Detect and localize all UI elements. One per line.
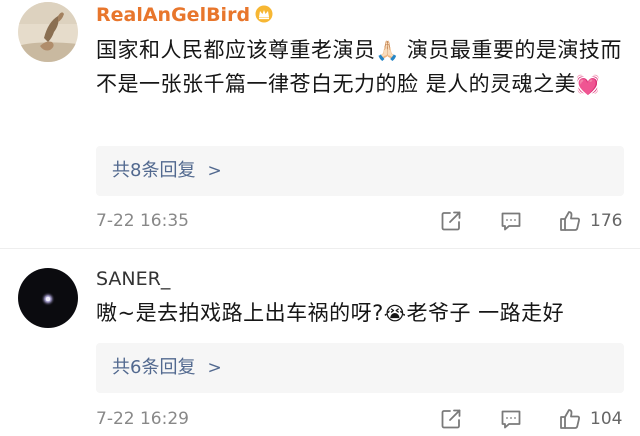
avatar[interactable]: [18, 268, 78, 328]
like-count: 104: [590, 409, 623, 429]
share-icon[interactable]: [439, 209, 463, 233]
comment-text: 国家和人民都应该尊重老演员: [96, 38, 376, 62]
share-icon[interactable]: [439, 407, 463, 431]
comment-text: 老爷子 一路走好: [406, 301, 565, 325]
chevron-right-icon: >: [207, 358, 222, 378]
like-count: 176: [590, 211, 623, 231]
pray-emoji-icon: 🙏🏻: [375, 40, 400, 62]
comment-divider: [0, 248, 640, 249]
crying-emoji-icon: 😭: [383, 303, 407, 325]
username[interactable]: SANER_: [96, 268, 170, 290]
comment-content: 嗷~是去拍戏路上出车祸的呀?😭老爷子 一路走好: [96, 296, 626, 330]
comment-content: 国家和人民都应该尊重老演员🙏🏻 演员最重要的是演技而不是一张张千篇一律苍白无力的…: [96, 33, 626, 101]
view-replies-link[interactable]: 共8条回复 >: [112, 146, 222, 196]
replies-box: 共8条回复 >: [96, 146, 624, 196]
replies-label: 共8条回复: [112, 160, 196, 181]
avatar[interactable]: [18, 2, 78, 62]
comment-icon[interactable]: [499, 407, 523, 431]
username[interactable]: RealAnGelBird: [96, 4, 273, 26]
username-text: SANER_: [96, 268, 171, 290]
comment-text: 嗷~是去拍戏路上出车祸的呀?: [96, 301, 384, 325]
replies-label: 共6条回复: [112, 357, 196, 378]
comment-footer: 7-22 16:35 176: [96, 206, 624, 236]
timestamp: 7-22 16:35: [96, 211, 189, 231]
comment-item: RealAnGelBird 国家和人民都应该尊重老演员🙏🏻 演员最重要的是演技而…: [0, 0, 640, 246]
view-replies-link[interactable]: 共6条回复 >: [112, 343, 222, 393]
like-icon[interactable]: [558, 209, 582, 233]
comment-footer: 7-22 16:29 104: [96, 404, 624, 434]
comment-item: SANER_ 嗷~是去拍戏路上出车祸的呀?😭老爷子 一路走好 共6条回复 > 7-…: [0, 250, 640, 436]
chevron-right-icon: >: [207, 161, 222, 181]
heart-emoji-icon: 💓: [576, 74, 601, 96]
replies-box: 共6条回复 >: [96, 343, 624, 393]
username-text: RealAnGelBird: [96, 4, 251, 26]
comment-icon[interactable]: [499, 209, 523, 233]
crown-badge-icon: [255, 5, 273, 23]
timestamp: 7-22 16:29: [96, 409, 189, 429]
like-icon[interactable]: [558, 407, 582, 431]
